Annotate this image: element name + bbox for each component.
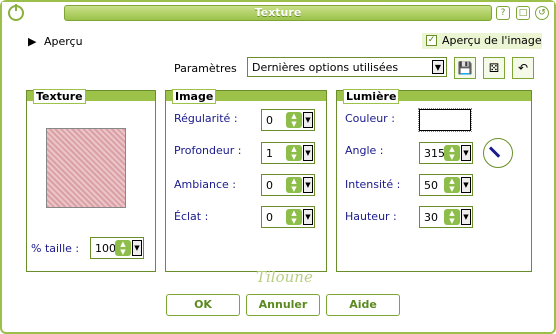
ambiance-label: Ambiance :: [174, 178, 237, 191]
eclat-value: 0: [266, 211, 273, 224]
ambiance-value: 0: [266, 179, 273, 192]
spin-arrows-icon[interactable]: ▲ ▼: [115, 240, 131, 256]
couleur-label: Couleur :: [345, 112, 395, 125]
eclat-label: Éclat :: [174, 210, 209, 223]
preview-image-checkbox[interactable]: ✓ Aperçu de l'image: [422, 33, 542, 49]
regularite-spinner[interactable]: 0 ▲ ▼ ▼: [261, 109, 315, 131]
dropdown-arrow-icon[interactable]: ▼: [432, 60, 444, 74]
angle-dial[interactable]: [483, 138, 513, 168]
dice-icon: ⚄: [488, 61, 500, 75]
spin-arrows-icon[interactable]: ▲ ▼: [286, 145, 302, 161]
angle-spinner[interactable]: 315 ▲ ▼ ▼: [419, 142, 473, 164]
preview-toggle[interactable]: ▶ Aperçu: [28, 35, 83, 48]
triangle-right-icon: ▶: [28, 35, 37, 48]
hauteur-spinner[interactable]: 30 ▲ ▼ ▼: [419, 206, 473, 228]
disk-icon: 💾: [457, 61, 473, 75]
ambiance-spinner[interactable]: 0 ▲ ▼ ▼: [261, 174, 315, 196]
preview-label: Aperçu: [43, 35, 83, 48]
dialog-window: Texture ? □ ↺ ▶ Aperçu ✓ Aperçu de l'ima…: [0, 0, 556, 334]
preview-image-label: Aperçu de l'image: [442, 34, 542, 47]
regularite-value: 0: [266, 114, 273, 127]
parametres-label: Paramètres: [174, 62, 237, 75]
image-group-title: Image: [172, 89, 217, 104]
watermark-signature: Tiloune: [256, 268, 313, 286]
profondeur-label: Profondeur :: [174, 144, 242, 157]
power-icon[interactable]: [8, 4, 24, 21]
spin-arrows-icon[interactable]: ▲ ▼: [286, 112, 302, 128]
spin-dropdown-icon[interactable]: ▼: [303, 112, 313, 128]
size-label: % taille :: [31, 242, 80, 255]
couleur-swatch[interactable]: [418, 108, 472, 132]
help-icon[interactable]: ?: [496, 6, 510, 20]
title-bar: Texture ? □ ↺: [2, 2, 554, 24]
spin-arrows-icon[interactable]: ▲ ▼: [444, 209, 460, 225]
spin-dropdown-icon[interactable]: ▼: [303, 145, 313, 161]
save-preset-button[interactable]: 💾: [454, 57, 476, 79]
spin-arrows-icon[interactable]: ▲ ▼: [444, 145, 460, 161]
angle-value: 315: [424, 147, 445, 160]
spin-dropdown-icon[interactable]: ▼: [461, 177, 471, 193]
checkmark-icon: ✓: [426, 35, 437, 46]
regularite-label: Régularité :: [174, 112, 238, 125]
random-button[interactable]: ⚄: [483, 57, 505, 79]
angle-label: Angle :: [345, 144, 384, 157]
reset-icon: ↶: [517, 61, 529, 75]
intensite-value: 50: [424, 179, 438, 192]
hauteur-value: 30: [424, 211, 438, 224]
profondeur-value: 1: [266, 147, 273, 160]
size-spinner[interactable]: 100 ▲ ▼ ▼: [90, 237, 144, 259]
texture-swatch[interactable]: [46, 128, 126, 208]
restore-icon[interactable]: □: [516, 6, 530, 20]
spin-dropdown-icon[interactable]: ▼: [303, 177, 313, 193]
lumiere-group-title: Lumière: [343, 89, 400, 104]
reset-button[interactable]: ↶: [512, 57, 534, 79]
ok-button[interactable]: OK: [166, 294, 240, 316]
spin-dropdown-icon[interactable]: ▼: [461, 145, 471, 161]
spin-dropdown-icon[interactable]: ▼: [303, 209, 313, 225]
spin-arrows-icon[interactable]: ▲ ▼: [444, 177, 460, 193]
size-value: 100: [95, 242, 116, 255]
parametres-value: Dernières options utilisées: [252, 61, 399, 74]
spin-dropdown-icon[interactable]: ▼: [132, 240, 142, 256]
intensite-spinner[interactable]: 50 ▲ ▼ ▼: [419, 174, 473, 196]
parametres-select[interactable]: Dernières options utilisées ▼: [247, 57, 447, 77]
profondeur-spinner[interactable]: 1 ▲ ▼ ▼: [261, 142, 315, 164]
spin-arrows-icon[interactable]: ▲ ▼: [286, 177, 302, 193]
intensite-label: Intensité :: [345, 178, 401, 191]
close-icon[interactable]: ↺: [535, 6, 549, 20]
help-button[interactable]: Aide: [326, 294, 400, 316]
spin-dropdown-icon[interactable]: ▼: [461, 209, 471, 225]
cancel-button[interactable]: Annuler: [246, 294, 320, 316]
eclat-spinner[interactable]: 0 ▲ ▼ ▼: [261, 206, 315, 228]
texture-group-title: Texture: [33, 89, 86, 104]
window-title: Texture: [64, 5, 492, 21]
hauteur-label: Hauteur :: [345, 210, 397, 223]
spin-arrows-icon[interactable]: ▲ ▼: [286, 209, 302, 225]
